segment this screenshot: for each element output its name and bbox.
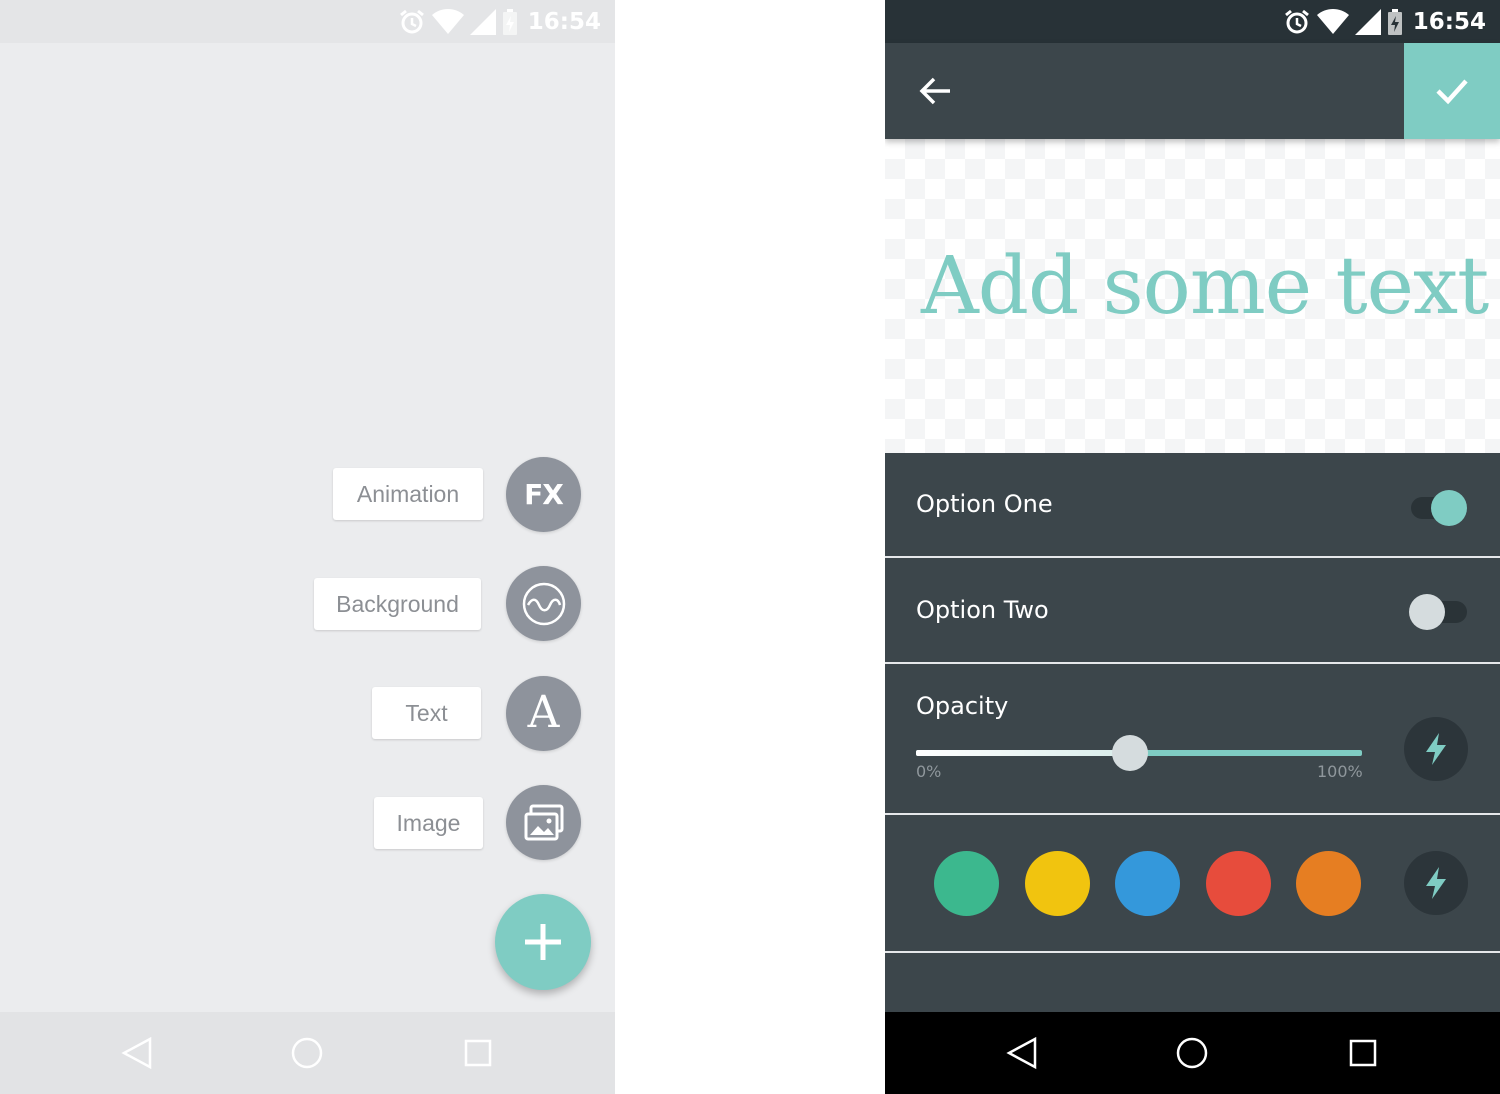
slider-fill xyxy=(916,750,1131,756)
status-bar: 16:54 xyxy=(0,0,615,43)
status-time: 16:54 xyxy=(1412,8,1486,35)
color-swatch[interactable] xyxy=(1115,851,1180,916)
canvas-text[interactable]: Add some text xyxy=(921,239,1489,332)
check-icon xyxy=(1436,79,1468,105)
status-icons: 16:54 xyxy=(398,0,601,43)
opacity-slider[interactable] xyxy=(916,735,1362,786)
recents-icon xyxy=(1349,1039,1377,1067)
status-icons: 16:54 xyxy=(1283,0,1486,43)
add-fab-button[interactable] xyxy=(495,894,591,990)
nav-back-button[interactable] xyxy=(982,1012,1062,1094)
navigation-bar xyxy=(885,1012,1500,1094)
wave-icon xyxy=(522,582,565,625)
text-label[interactable]: Text xyxy=(372,687,481,739)
divider xyxy=(885,813,1500,815)
nav-home-button[interactable] xyxy=(267,1012,347,1094)
battery-icon xyxy=(1387,8,1402,35)
signal-icon xyxy=(469,8,496,35)
navigation-bar xyxy=(0,1012,615,1094)
nav-recents-button[interactable] xyxy=(438,1012,518,1094)
top-toolbar xyxy=(885,43,1500,139)
background-label[interactable]: Background xyxy=(314,578,481,630)
opacity-label: Opacity xyxy=(916,692,1009,720)
home-icon xyxy=(291,1037,323,1069)
nav-recents-button[interactable] xyxy=(1323,1012,1403,1094)
color-swatch[interactable] xyxy=(1296,851,1361,916)
arrow-left-icon xyxy=(919,77,950,105)
home-icon xyxy=(1176,1037,1208,1069)
divider xyxy=(885,662,1500,664)
opacity-min-label: 0% xyxy=(916,762,942,781)
signal-icon xyxy=(1354,8,1381,35)
text-icon: A xyxy=(527,686,560,738)
divider xyxy=(885,556,1500,558)
opacity-auto-button[interactable] xyxy=(1404,717,1468,781)
back-icon xyxy=(1006,1036,1037,1070)
recents-icon xyxy=(464,1039,492,1067)
option-one-toggle[interactable] xyxy=(1409,487,1469,527)
fx-icon: FX xyxy=(524,478,564,511)
image-button[interactable] xyxy=(506,785,581,860)
status-bar: 16:54 xyxy=(885,0,1500,43)
alarm-icon xyxy=(399,9,424,33)
option-two-toggle[interactable] xyxy=(1409,591,1469,631)
color-auto-button[interactable] xyxy=(1404,851,1468,915)
plus-icon xyxy=(525,924,561,960)
confirm-button[interactable] xyxy=(1404,43,1500,139)
toggle-thumb xyxy=(1409,594,1445,630)
nav-back-button[interactable] xyxy=(97,1012,177,1094)
background-button[interactable] xyxy=(506,566,581,641)
color-swatch[interactable] xyxy=(934,851,999,916)
image-icon xyxy=(524,804,563,840)
opacity-max-label: 100% xyxy=(1317,762,1363,781)
text-canvas[interactable]: Add some text xyxy=(885,139,1500,453)
image-label[interactable]: Image xyxy=(374,797,483,849)
option-one-label: Option One xyxy=(916,490,1053,518)
animation-button[interactable]: FX xyxy=(506,457,581,532)
slider-knob[interactable] xyxy=(1112,735,1149,771)
divider xyxy=(885,951,1500,953)
alarm-icon xyxy=(1284,9,1309,33)
color-swatch[interactable] xyxy=(1206,851,1271,916)
toggle-thumb xyxy=(1431,490,1467,526)
left-screen: 16:54 Animation FX Background Text A Ima… xyxy=(0,0,615,1094)
wifi-icon xyxy=(1316,8,1349,34)
lightning-icon xyxy=(1426,867,1446,899)
lightning-icon xyxy=(1426,733,1446,765)
options-panel: Option One Option Two Opacity 0% 100% xyxy=(885,453,1500,1012)
wifi-icon xyxy=(431,8,464,34)
back-icon xyxy=(121,1036,152,1070)
battery-icon xyxy=(502,8,517,35)
nav-home-button[interactable] xyxy=(1152,1012,1232,1094)
right-screen: 16:54 Add some text Option One Option Tw… xyxy=(885,0,1500,1094)
animation-label[interactable]: Animation xyxy=(333,468,483,520)
option-two-label: Option Two xyxy=(916,596,1049,624)
status-time: 16:54 xyxy=(527,8,601,35)
text-button[interactable]: A xyxy=(506,676,581,751)
color-swatch[interactable] xyxy=(1025,851,1090,916)
back-button[interactable] xyxy=(905,63,965,119)
